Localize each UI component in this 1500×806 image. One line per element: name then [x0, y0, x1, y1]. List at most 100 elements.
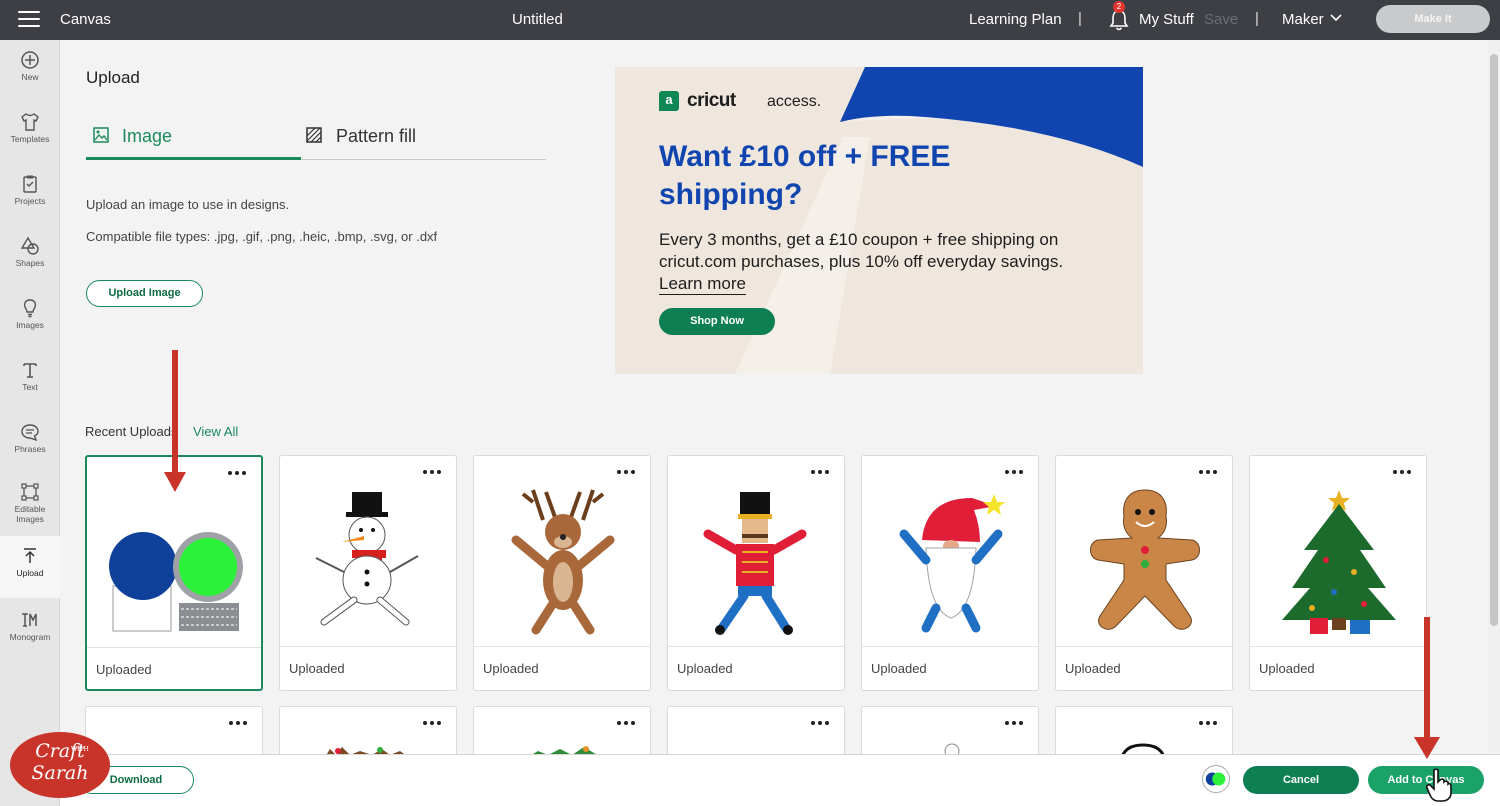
more-options-icon[interactable] [810, 720, 830, 726]
rail-label: Monogram [9, 632, 51, 642]
more-options-icon[interactable] [1198, 469, 1218, 475]
rail-label: New [21, 72, 39, 82]
rail-label: Images [16, 320, 44, 330]
cricut-access-ad[interactable]: a cricut access. Want £10 off + FREE shi… [615, 67, 1143, 374]
notification-badge: 2 [1113, 1, 1125, 13]
separator: | [1255, 10, 1259, 27]
more-options-icon[interactable] [228, 720, 248, 726]
file-types-text: Compatible file types: .jpg, .gif, .png,… [86, 229, 438, 244]
left-rail: New Templates Projects Shapes Images Tex… [0, 40, 60, 806]
hand-cursor-icon [1425, 768, 1452, 802]
rail-label: Phrases [14, 444, 46, 454]
cricut-logo-icon: a [659, 91, 679, 111]
snow-globes-image [109, 532, 243, 632]
rail-label: Templates [10, 134, 50, 144]
rail-label: Shapes [15, 258, 45, 268]
document-title[interactable]: Untitled [512, 11, 563, 28]
card-caption: Uploaded [96, 662, 152, 677]
rail-item-editable-images[interactable]: Editable Images [0, 472, 60, 536]
rail-label: Upload [16, 568, 44, 578]
upload-card[interactable]: Uploaded [473, 455, 651, 691]
rail-item-phrases[interactable]: Phrases [0, 412, 60, 472]
rail-item-templates[interactable]: Templates [0, 102, 60, 162]
rail-item-shapes[interactable]: Shapes [0, 226, 60, 286]
reindeer-image [511, 489, 615, 635]
save-button[interactable]: Save [1204, 11, 1238, 28]
more-options-icon[interactable] [616, 720, 636, 726]
card-divider [668, 646, 844, 647]
cancel-button[interactable]: Cancel [1243, 766, 1359, 794]
rail-item-images[interactable]: Images [0, 288, 60, 348]
make-it-button[interactable]: Make It [1376, 5, 1490, 33]
rail-item-new[interactable]: New [0, 40, 60, 100]
shop-now-button[interactable]: Shop Now [659, 308, 775, 335]
card-divider [862, 646, 1038, 647]
menu-icon[interactable] [18, 11, 40, 29]
tab-label: Pattern fill [336, 126, 417, 146]
card-divider [87, 647, 261, 648]
nutcracker-image [703, 492, 807, 635]
rail-item-upload[interactable]: Upload [0, 536, 60, 598]
gingerbread-man-image [1090, 489, 1200, 630]
tshirt-icon [21, 113, 39, 131]
image-icon [93, 127, 109, 143]
top-bar: Canvas Untitled Learning Plan | 2 My Stu… [0, 0, 1500, 40]
upload-card[interactable]: Uploaded [1249, 455, 1427, 691]
more-options-icon[interactable] [422, 720, 442, 726]
plus-circle-icon [21, 51, 39, 69]
learn-more-link[interactable]: Learn more [659, 274, 746, 295]
app-name: Canvas [60, 11, 111, 28]
brand-name: cricut [687, 90, 736, 111]
page-title: Upload [86, 68, 140, 87]
card-caption: Uploaded [871, 661, 927, 676]
card-divider [1250, 646, 1426, 647]
text-icon [23, 363, 37, 378]
card-divider [280, 646, 456, 647]
rail-label: Images [16, 514, 44, 524]
scrollbar[interactable] [1488, 40, 1500, 754]
rail-item-text[interactable]: Text [0, 350, 60, 410]
card-caption: Uploaded [1259, 661, 1315, 676]
ad-body-text: Every 3 months, get a £10 coupon + free … [659, 230, 1064, 271]
upload-card[interactable]: Uploaded [279, 455, 457, 691]
upload-image-button[interactable]: Upload Image [86, 280, 203, 307]
pattern-icon [306, 127, 322, 143]
clipboard-icon [23, 175, 37, 193]
card-caption: Uploaded [483, 661, 539, 676]
red-arrow-annotation [1414, 617, 1440, 759]
color-sync-swatch[interactable] [1202, 765, 1230, 793]
more-options-icon[interactable] [616, 469, 636, 475]
color-swatch-icon [1205, 772, 1226, 786]
shapes-icon [20, 236, 39, 255]
more-options-icon[interactable] [1004, 720, 1024, 726]
craft-with-sarah-logo: Craft WITH Sarah [10, 732, 110, 798]
upload-card[interactable]: Uploaded [667, 455, 845, 691]
my-stuff-link[interactable]: My Stuff [1139, 11, 1194, 28]
upload-tabs: Image Pattern fill [86, 115, 546, 160]
machine-select[interactable]: Maker [1282, 11, 1324, 28]
upload-card[interactable]: Uploaded [861, 455, 1039, 691]
tab-image[interactable]: Image [86, 125, 301, 160]
card-divider [474, 646, 650, 647]
learning-plan-link[interactable]: Learning Plan [969, 11, 1062, 28]
more-options-icon[interactable] [1392, 469, 1412, 475]
christmas-tree-image [1282, 490, 1396, 634]
speech-bubble-icon [21, 424, 39, 442]
more-options-icon[interactable] [227, 470, 247, 476]
more-options-icon[interactable] [1004, 469, 1024, 475]
view-all-link[interactable]: View All [193, 424, 238, 439]
more-options-icon[interactable] [422, 469, 442, 475]
upload-description: Upload an image to use in designs. [86, 197, 290, 212]
chevron-down-icon[interactable] [1330, 14, 1342, 22]
card-caption: Uploaded [677, 661, 733, 676]
red-arrow-annotation [164, 350, 186, 492]
card-divider [1056, 646, 1232, 647]
more-options-icon[interactable] [810, 469, 830, 475]
separator: | [1078, 10, 1082, 27]
more-options-icon[interactable] [1198, 720, 1218, 726]
tab-label: Image [122, 126, 173, 146]
rail-item-monogram[interactable]: Monogram [0, 600, 60, 660]
scrollbar-thumb[interactable] [1490, 54, 1498, 626]
upload-card[interactable]: Uploaded [1055, 455, 1233, 691]
rail-item-projects[interactable]: Projects [0, 164, 60, 224]
